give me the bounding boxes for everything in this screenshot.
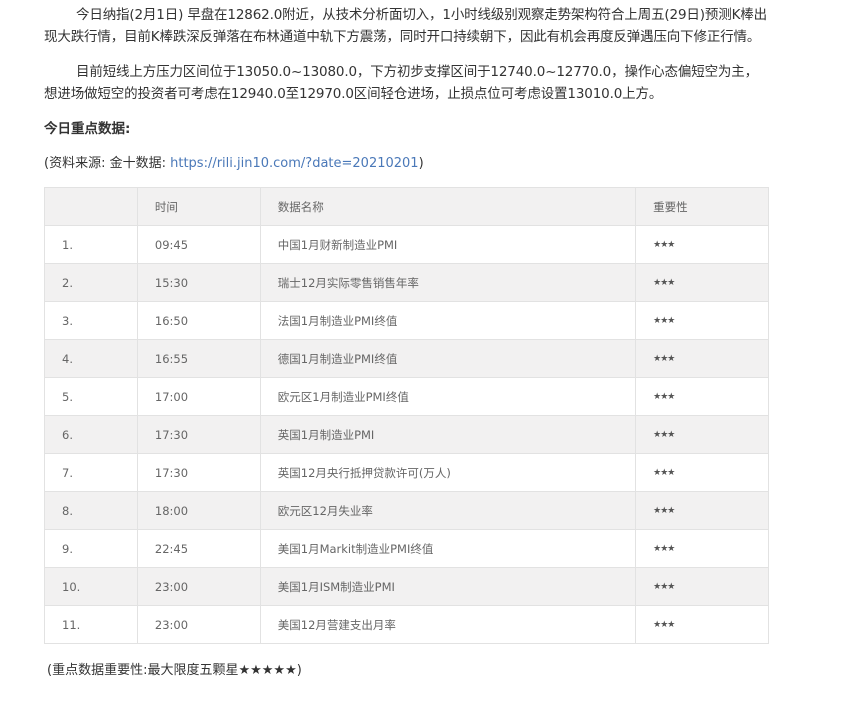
- row-index: 3.: [44, 301, 138, 340]
- row-index: 6.: [44, 415, 138, 454]
- row-data-name: 欧元区12月失业率: [259, 491, 637, 530]
- row-importance: ★★★: [635, 415, 769, 454]
- article-body: 今日纳指(2月1日) 早盘在12862.0附近，从技术分析面切入，1小时线级别观…: [44, 0, 769, 678]
- row-time: 23:00: [136, 567, 261, 606]
- row-index: 9.: [44, 529, 138, 568]
- table-row: 7. 17:30 英国12月央行抵押贷款许可(万人) ★★★: [44, 453, 769, 492]
- table-header-row: 时间 数据名称 重要性: [44, 187, 769, 226]
- table-row: 9. 22:45 美国1月Markit制造业PMI终值 ★★★: [44, 529, 769, 568]
- source-prefix: (资料来源: 金十数据:: [44, 156, 171, 171]
- header-importance: 重要性: [635, 187, 769, 226]
- table-row: 3. 16:50 法国1月制造业PMI终值 ★★★: [44, 301, 769, 340]
- row-index: 1.: [44, 225, 138, 264]
- row-time: 17:00: [136, 377, 261, 416]
- row-time: 16:50: [136, 301, 261, 340]
- table-row: 11. 23:00 美国12月营建支出月率 ★★★: [44, 605, 769, 644]
- row-index: 7.: [44, 453, 138, 492]
- table-row: 2. 15:30 瑞士12月实际零售销售年率 ★★★: [44, 263, 769, 302]
- row-time: 15:30: [136, 263, 261, 302]
- row-importance: ★★★: [635, 339, 769, 378]
- row-time: 18:00: [136, 491, 261, 530]
- row-importance: ★★★: [635, 491, 769, 530]
- row-data-name: 美国1月ISM制造业PMI: [259, 567, 637, 606]
- analysis-paragraph-1: 今日纳指(2月1日) 早盘在12862.0附近，从技术分析面切入，1小时线级别观…: [44, 7, 767, 45]
- table-row: 4. 16:55 德国1月制造业PMI终值 ★★★: [44, 339, 769, 378]
- row-data-name: 英国1月制造业PMI: [259, 415, 637, 454]
- source-suffix: ): [418, 156, 424, 171]
- table-row: 10. 23:00 美国1月ISM制造业PMI ★★★: [44, 567, 769, 606]
- row-data-name: 德国1月制造业PMI终值: [259, 339, 637, 378]
- row-time: 22:45: [136, 529, 261, 568]
- data-source: (资料来源: 金十数据: https://rili.jin10.com/?dat…: [44, 153, 768, 175]
- row-importance: ★★★: [635, 301, 769, 340]
- row-index: 8.: [44, 491, 138, 530]
- analysis-paragraph-2: 目前短线上方压力区间位于13050.0~13080.0，下方初步支撑区间于127…: [44, 64, 758, 102]
- row-time: 17:30: [136, 415, 261, 454]
- row-importance: ★★★: [635, 567, 769, 606]
- economic-calendar-table: 时间 数据名称 重要性 1. 09:45 中国1月财新制造业PMI ★★★ 2. 15:3…: [44, 187, 769, 644]
- row-time: 09:45: [136, 225, 261, 264]
- row-time: 17:30: [136, 453, 261, 492]
- row-data-name: 英国12月央行抵押贷款许可(万人): [259, 453, 637, 492]
- row-index: 10.: [44, 567, 138, 606]
- header-data-name: 数据名称: [259, 187, 637, 226]
- row-data-name: 美国1月Markit制造业PMI终值: [259, 529, 637, 568]
- row-importance: ★★★: [635, 225, 769, 264]
- table-row: 6. 17:30 英国1月制造业PMI ★★★: [44, 415, 769, 454]
- row-index: 4.: [44, 339, 138, 378]
- row-importance: ★★★: [635, 605, 769, 644]
- row-data-name: 中国1月财新制造业PMI: [259, 225, 637, 264]
- key-data-heading: 今日重点数据:: [44, 121, 131, 137]
- row-data-name: 瑞士12月实际零售销售年率: [259, 263, 637, 302]
- table-row: 1. 09:45 中国1月财新制造业PMI ★★★: [44, 225, 769, 264]
- row-data-name: 美国12月营建支出月率: [259, 605, 637, 644]
- header-index: [44, 187, 138, 226]
- row-index: 2.: [44, 263, 138, 302]
- row-data-name: 法国1月制造业PMI终值: [259, 301, 637, 340]
- row-time: 23:00: [136, 605, 261, 644]
- row-index: 11.: [44, 605, 138, 644]
- table-row: 8. 18:00 欧元区12月失业率 ★★★: [44, 491, 769, 530]
- source-link[interactable]: https://rili.jin10.com/?date=20210201: [170, 156, 418, 171]
- header-time: 时间: [136, 187, 261, 226]
- row-importance: ★★★: [635, 263, 769, 302]
- row-importance: ★★★: [635, 529, 769, 568]
- row-data-name: 欧元区1月制造业PMI终值: [259, 377, 637, 416]
- row-time: 16:55: [136, 339, 261, 378]
- table-row: 5. 17:00 欧元区1月制造业PMI终值 ★★★: [44, 377, 769, 416]
- importance-note: (重点数据重要性:最大限度五颗星★★★★★): [47, 663, 302, 678]
- row-index: 5.: [44, 377, 138, 416]
- row-importance: ★★★: [635, 453, 769, 492]
- row-importance: ★★★: [635, 377, 769, 416]
